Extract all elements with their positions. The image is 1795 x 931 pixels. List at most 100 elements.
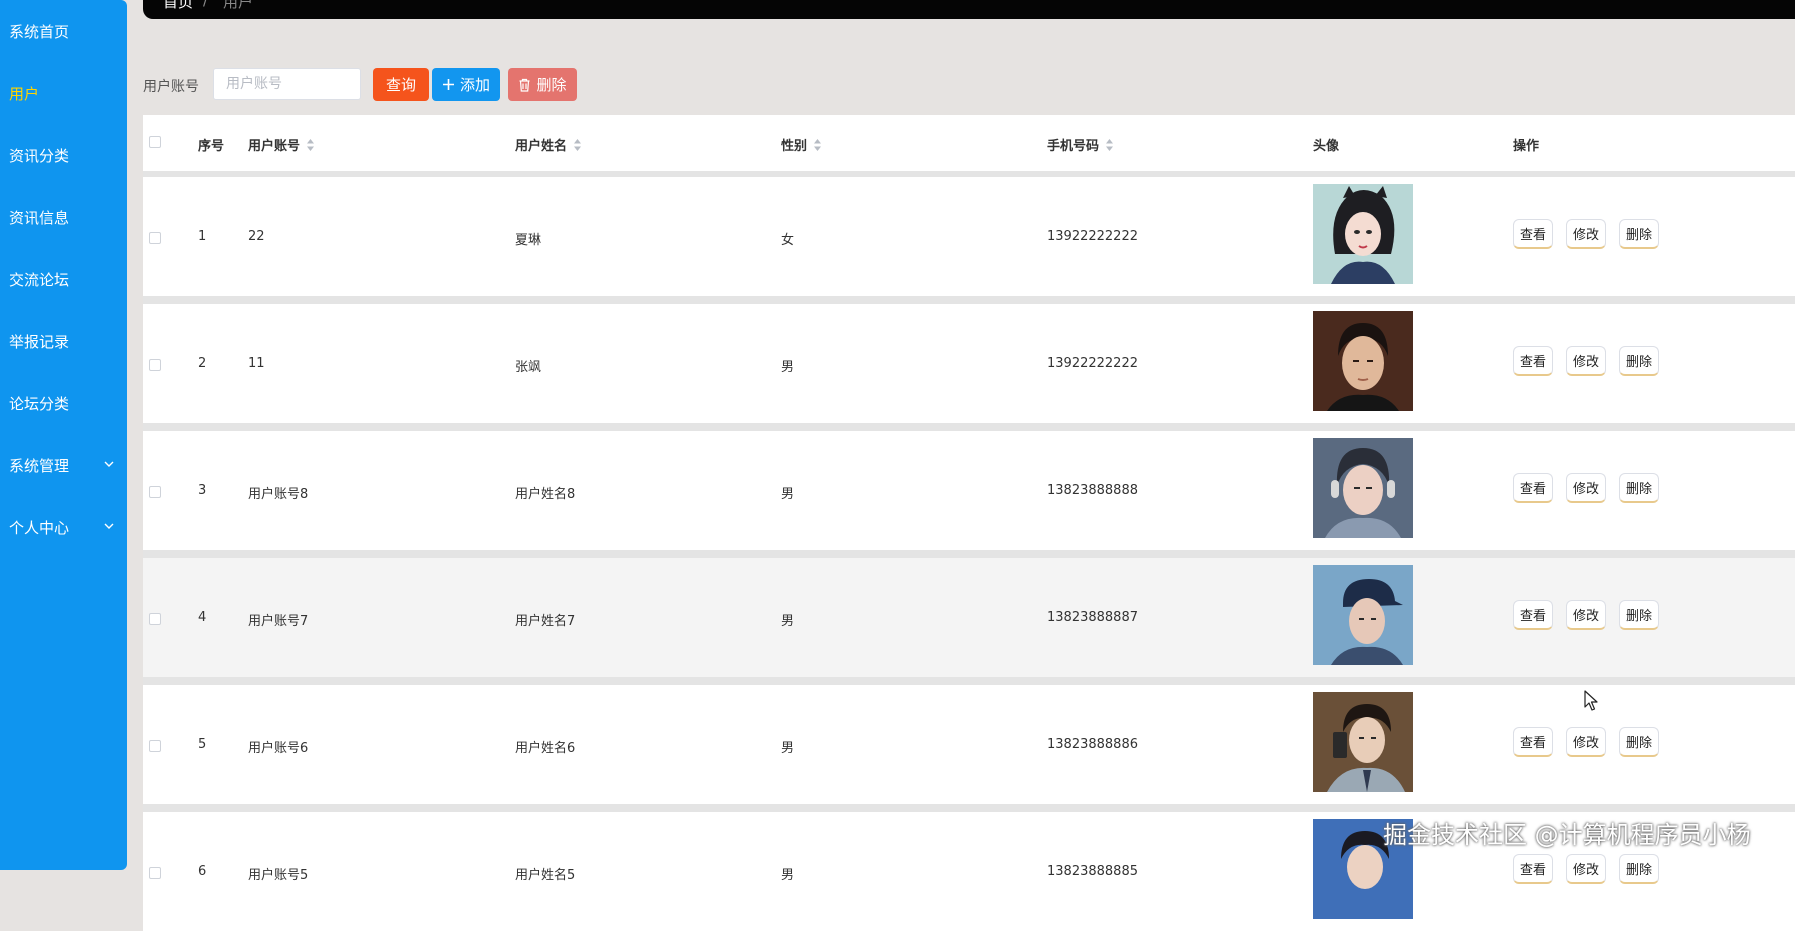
- select-all-checkbox[interactable]: [149, 136, 161, 148]
- view-button[interactable]: 查看: [1513, 473, 1554, 503]
- chevron-down-icon: [104, 461, 114, 467]
- table-row: 1 22 夏琳 女 13922222222 查看 修改 删除: [143, 177, 1795, 296]
- column-header-account[interactable]: 用户账号: [248, 135, 315, 154]
- sidebar-item-label: 系统管理: [9, 456, 70, 475]
- cell-account: 用户账号6: [248, 741, 309, 756]
- column-header-name[interactable]: 用户姓名: [515, 135, 582, 154]
- cell-index: 5: [198, 737, 207, 752]
- mouse-cursor-icon: [1584, 690, 1598, 711]
- column-header-avatar-label: 头像: [1313, 139, 1340, 154]
- cell-phone: 13922222222: [1047, 229, 1138, 244]
- edit-button[interactable]: 修改: [1566, 473, 1607, 503]
- avatar: [1313, 311, 1413, 411]
- cell-name: 用户姓名7: [515, 614, 576, 629]
- cell-gender: 男: [781, 487, 795, 502]
- batch-delete-button[interactable]: 删除: [508, 68, 577, 101]
- avatar: [1313, 438, 1413, 538]
- cell-account: 11: [248, 356, 265, 371]
- view-button[interactable]: 查看: [1513, 727, 1554, 757]
- add-button[interactable]: 添加: [432, 68, 500, 101]
- view-button[interactable]: 查看: [1513, 600, 1554, 630]
- sidebar-item-users[interactable]: 用户: [0, 78, 127, 108]
- edit-button[interactable]: 修改: [1566, 219, 1607, 249]
- row-checkbox[interactable]: [149, 232, 161, 244]
- delete-button[interactable]: 删除: [1619, 346, 1660, 376]
- breadcrumb-home[interactable]: 首页: [163, 0, 193, 12]
- cell-phone: 13823888888: [1047, 483, 1138, 498]
- sidebar-item-news-info[interactable]: 资讯信息: [0, 202, 127, 232]
- column-header-phone[interactable]: 手机号码: [1047, 135, 1114, 154]
- sidebar-item-forum[interactable]: 交流论坛: [0, 264, 127, 294]
- sidebar-item-label: 资讯信息: [9, 208, 70, 227]
- table-row: 5 用户账号6 用户姓名6 男 13823888886 查看 修改 删除: [143, 685, 1795, 804]
- breadcrumb: 首页 / 用户: [143, 0, 1795, 19]
- column-header-phone-label: 手机号码: [1047, 139, 1100, 154]
- sidebar-item-label: 个人中心: [9, 518, 70, 537]
- sidebar-item-label: 举报记录: [9, 332, 70, 351]
- sort-icon[interactable]: [306, 138, 315, 152]
- column-header-gender[interactable]: 性别: [781, 135, 822, 154]
- edit-button[interactable]: 修改: [1566, 854, 1607, 884]
- row-checkbox[interactable]: [149, 359, 161, 371]
- cell-phone: 13823888887: [1047, 610, 1138, 625]
- view-button[interactable]: 查看: [1513, 346, 1554, 376]
- sidebar: 系统首页 用户 资讯分类 资讯信息 交流论坛 举报记录 论坛分类 系统管理 个人…: [0, 0, 127, 870]
- sidebar-item-label: 论坛分类: [9, 394, 70, 413]
- watermark: 掘金技术社区 @计算机程序员小杨: [1383, 821, 1751, 849]
- cell-gender: 男: [781, 360, 795, 375]
- cell-gender: 女: [781, 233, 795, 248]
- cell-name: 夏琳: [515, 233, 542, 248]
- edit-button[interactable]: 修改: [1566, 727, 1607, 757]
- trash-icon: [519, 78, 530, 92]
- query-button[interactable]: 查询: [373, 68, 429, 101]
- view-button[interactable]: 查看: [1513, 854, 1554, 884]
- search-input[interactable]: [213, 68, 361, 100]
- cell-phone: 13823888885: [1047, 864, 1138, 879]
- sidebar-item-reports[interactable]: 举报记录: [0, 326, 127, 356]
- view-button[interactable]: 查看: [1513, 219, 1554, 249]
- cell-index: 6: [198, 864, 207, 879]
- column-header-actions: 操作: [1513, 135, 1539, 154]
- user-table: 序号 用户账号 用户姓名 性别 手机号码 头像 操作 1 22 夏琳 女 139…: [143, 115, 1795, 931]
- sidebar-item-news-category[interactable]: 资讯分类: [0, 140, 127, 170]
- delete-button[interactable]: 删除: [1619, 854, 1660, 884]
- sidebar-item-personal-center[interactable]: 个人中心: [0, 512, 127, 542]
- sidebar-item-forum-category[interactable]: 论坛分类: [0, 388, 127, 418]
- column-header-avatar: 头像: [1313, 135, 1339, 154]
- batch-delete-button-label: 删除: [536, 76, 567, 94]
- row-checkbox[interactable]: [149, 486, 161, 498]
- cell-name: 用户姓名8: [515, 487, 576, 502]
- row-checkbox[interactable]: [149, 740, 161, 752]
- row-checkbox[interactable]: [149, 867, 161, 879]
- table-row: 3 用户账号8 用户姓名8 男 13823888888 查看 修改 删除: [143, 431, 1795, 550]
- avatar: [1313, 692, 1413, 792]
- sidebar-item-system-management[interactable]: 系统管理: [0, 450, 127, 480]
- cell-phone: 13922222222: [1047, 356, 1138, 371]
- cell-gender: 男: [781, 614, 795, 629]
- delete-button[interactable]: 删除: [1619, 473, 1660, 503]
- sort-icon[interactable]: [1105, 138, 1114, 152]
- delete-button[interactable]: 删除: [1619, 600, 1660, 630]
- sidebar-item-home[interactable]: 系统首页: [0, 16, 127, 46]
- cell-account: 用户账号5: [248, 868, 309, 883]
- row-checkbox[interactable]: [149, 613, 161, 625]
- avatar: [1313, 565, 1413, 665]
- cell-account: 用户账号7: [248, 614, 309, 629]
- delete-button[interactable]: 删除: [1619, 727, 1660, 757]
- delete-button[interactable]: 删除: [1619, 219, 1660, 249]
- edit-button[interactable]: 修改: [1566, 600, 1607, 630]
- cell-name: 张飒: [515, 360, 542, 375]
- edit-button[interactable]: 修改: [1566, 346, 1607, 376]
- cell-name: 用户姓名6: [515, 741, 576, 756]
- column-header-name-label: 用户姓名: [515, 139, 568, 154]
- sort-icon[interactable]: [573, 138, 582, 152]
- chevron-down-icon: [104, 523, 114, 529]
- table-header: 序号 用户账号 用户姓名 性别 手机号码 头像 操作: [143, 115, 1795, 171]
- cell-index: 4: [198, 610, 207, 625]
- add-button-label: 添加: [459, 76, 490, 94]
- sidebar-item-label: 资讯分类: [9, 146, 70, 165]
- sidebar-item-label: 系统首页: [9, 22, 70, 41]
- sort-icon[interactable]: [813, 138, 822, 152]
- column-header-account-label: 用户账号: [248, 139, 301, 154]
- sidebar-item-label: 交流论坛: [9, 270, 70, 289]
